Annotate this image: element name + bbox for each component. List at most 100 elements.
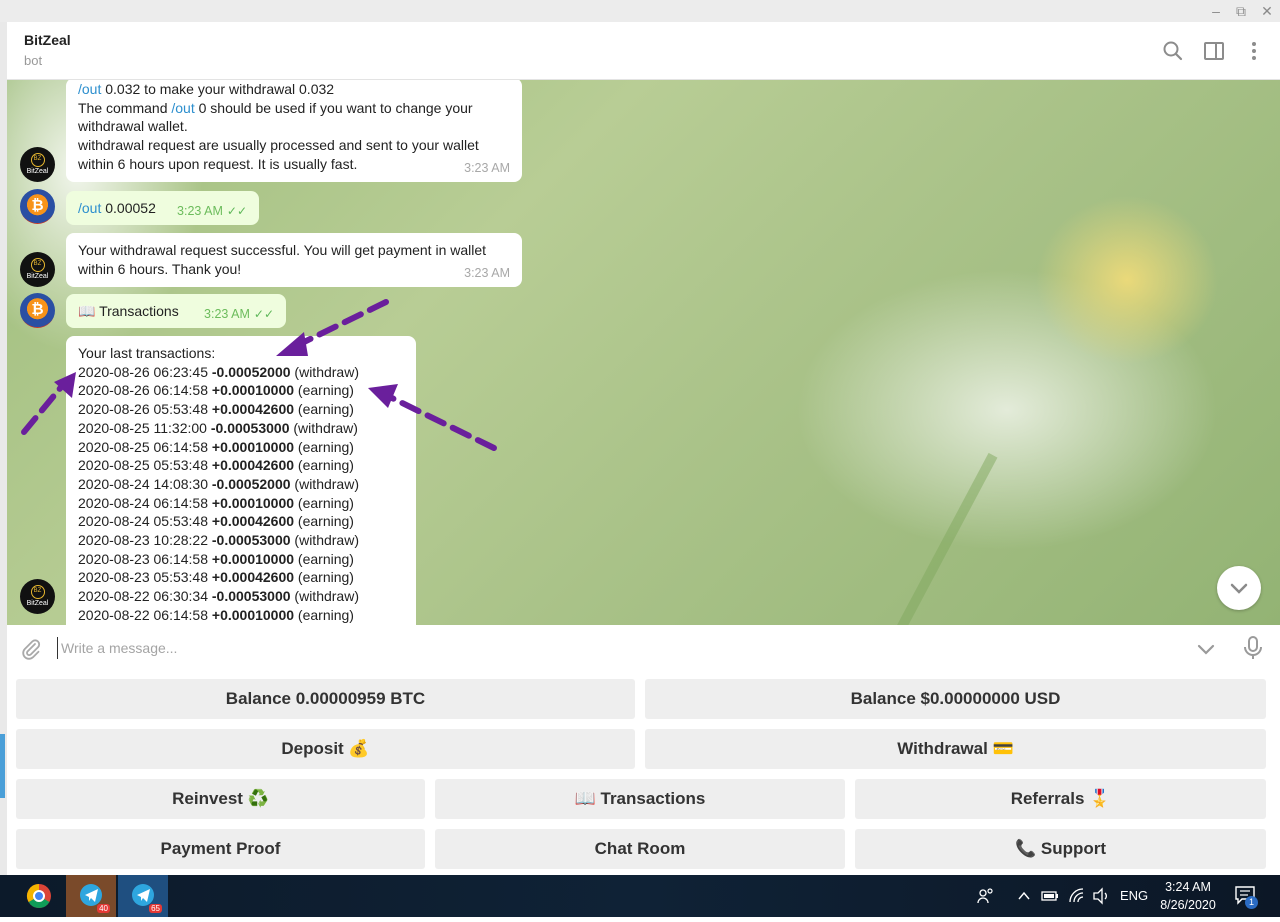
- chrome-icon: [26, 884, 51, 909]
- minimize-icon[interactable]: –: [1205, 2, 1227, 20]
- message-text: 0.00052: [101, 200, 156, 216]
- unread-badge: 65: [149, 904, 162, 913]
- transaction-date: 2020-08-26 06:23:45: [78, 363, 208, 380]
- deposit-button[interactable]: Deposit 💰: [16, 729, 635, 769]
- bot-avatar-label: BitZeal: [26, 600, 49, 607]
- message-bot-withdraw-success[interactable]: Your withdrawal request successful. You …: [66, 233, 522, 287]
- transaction-amount: +0.00010000: [211, 550, 295, 567]
- chat-history[interactable]: /out 0.032 to make your withdrawal 0.032…: [7, 80, 1280, 625]
- transactions-list: 2020-08-26 06:23:45 -0.00052000 (withdra…: [78, 363, 404, 625]
- message-line: withdrawal wallet.: [78, 118, 188, 135]
- referrals-button[interactable]: Referrals 🎖️: [855, 779, 1266, 819]
- chrome-taskbar-app[interactable]: [14, 875, 64, 917]
- transaction-amount: +0.00042600: [211, 457, 295, 474]
- transaction-amount: -0.00053000: [211, 532, 291, 549]
- language-indicator[interactable]: ENG: [1120, 875, 1148, 917]
- people-icon[interactable]: [976, 886, 996, 906]
- transaction-type: (earning): [297, 438, 354, 455]
- close-icon[interactable]: ✕: [1256, 2, 1278, 20]
- withdrawal-button[interactable]: Withdrawal 💳: [645, 729, 1266, 769]
- message-bot-transactions[interactable]: Your last transactions: 2020-08-26 06:23…: [66, 336, 416, 625]
- payment-proof-button[interactable]: Payment Proof: [16, 829, 425, 869]
- hide-keyboard-chevron-icon[interactable]: [1194, 637, 1218, 661]
- bot-avatar[interactable]: BZ BitZeal: [20, 147, 55, 182]
- bot-logo: BZ: [30, 153, 45, 167]
- transactions-heading: Your last transactions:: [78, 345, 216, 361]
- chevron-up-icon[interactable]: [1016, 888, 1032, 904]
- transaction-date: 2020-08-26 05:53:48: [78, 401, 208, 418]
- read-ticks-icon: ✓✓: [226, 204, 247, 219]
- transaction-row: 2020-08-22 06:30:34 -0.00053000 (withdra…: [78, 587, 404, 606]
- system-clock[interactable]: 3:24 AM 8/26/2020: [1148, 878, 1228, 914]
- message-time-text: 3:23 AM: [204, 307, 250, 322]
- telegram-taskbar-app-2[interactable]: 65: [118, 875, 168, 917]
- balance-usd-button[interactable]: Balance $0.00000000 USD: [645, 679, 1266, 719]
- transaction-type: (earning): [297, 513, 354, 530]
- command-link[interactable]: /out: [78, 200, 101, 216]
- user-avatar[interactable]: ₿: [20, 189, 55, 224]
- message-text: 0 should be used if you want to change y…: [194, 99, 473, 116]
- message-user-out-command[interactable]: /out 0.00052 3:23 AM ✓✓: [66, 191, 259, 225]
- message-line: withdrawal request are usually processed…: [78, 137, 479, 154]
- transaction-date: 2020-08-22 06:14:58: [78, 606, 208, 623]
- bot-avatar-label: BitZeal: [26, 168, 49, 175]
- support-button[interactable]: 📞 Support: [855, 829, 1266, 869]
- chat-room-button[interactable]: Chat Room: [435, 829, 845, 869]
- transaction-date: 2020-08-25 06:14:58: [78, 438, 208, 455]
- restore-icon[interactable]: ⧉: [1230, 2, 1252, 20]
- transaction-date: 2020-08-25 11:32:00: [78, 419, 207, 436]
- wifi-icon[interactable]: [1067, 886, 1087, 906]
- telegram-taskbar-app-1[interactable]: 40: [66, 875, 116, 917]
- bot-avatar[interactable]: BZ BitZeal: [20, 252, 55, 287]
- message-input[interactable]: [57, 637, 1157, 659]
- message-bot-withdraw-info[interactable]: /out 0.032 to make your withdrawal 0.032…: [66, 80, 522, 182]
- transaction-type: (withdraw): [294, 588, 359, 605]
- transactions-button[interactable]: 📖 Transactions: [435, 779, 845, 819]
- action-center-button[interactable]: 1: [1234, 884, 1260, 910]
- bot-avatar-label: BitZeal: [26, 273, 49, 280]
- volume-icon[interactable]: [1092, 887, 1112, 905]
- bot-avatar[interactable]: BZ BitZeal: [20, 579, 55, 614]
- transaction-amount: -0.00053000: [210, 419, 290, 436]
- message-line: Your withdrawal request successful. You …: [78, 242, 487, 258]
- transaction-row: 2020-08-23 10:28:22 -0.00053000 (withdra…: [78, 531, 404, 550]
- command-link[interactable]: /out: [78, 81, 101, 97]
- balance-btc-button[interactable]: Balance 0.00000959 BTC: [16, 679, 635, 719]
- read-ticks-icon: ✓✓: [253, 307, 274, 322]
- transaction-row: 2020-08-25 11:32:00 -0.00053000 (withdra…: [78, 419, 404, 438]
- message-line: The command /out 0 should be used if you…: [78, 99, 510, 118]
- chat-title[interactable]: BitZeal: [24, 32, 71, 48]
- transaction-amount: -0.00053000: [211, 588, 291, 605]
- attach-icon[interactable]: [19, 637, 43, 661]
- message-time-text: 3:23 AM: [177, 204, 223, 219]
- battery-icon[interactable]: [1040, 888, 1060, 904]
- transaction-amount: +0.00010000: [211, 494, 295, 511]
- transaction-type: (earning): [297, 457, 354, 474]
- transaction-date: 2020-08-23 10:28:22: [78, 532, 208, 549]
- microphone-icon[interactable]: [1241, 635, 1265, 661]
- message-text: The command: [78, 99, 172, 116]
- transaction-row: 2020-08-26 05:53:48 +0.00042600 (earning…: [78, 400, 404, 419]
- transaction-row: 2020-08-24 14:08:30 -0.00052000 (withdra…: [78, 475, 404, 494]
- transaction-type: (earning): [297, 550, 354, 567]
- reinvest-button[interactable]: Reinvest ♻️: [16, 779, 425, 819]
- message-time: 3:23 AM ✓✓: [204, 305, 274, 324]
- transaction-date: 2020-08-24 06:14:58: [78, 494, 208, 511]
- transaction-date: 2020-08-23 05:53:48: [78, 569, 208, 586]
- transaction-type: (withdraw): [294, 363, 359, 380]
- command-link[interactable]: /out: [171, 100, 194, 116]
- more-options-icon[interactable]: [1242, 39, 1266, 63]
- clock-time: 3:24 AM: [1165, 880, 1211, 894]
- user-avatar[interactable]: ₿: [20, 293, 55, 328]
- transaction-amount: -0.00052000: [211, 475, 291, 492]
- sidebar-toggle-icon[interactable]: [1202, 39, 1226, 63]
- transaction-row: 2020-08-24 05:53:48 +0.00042600 (earning…: [78, 512, 404, 531]
- notification-count-badge: 1: [1245, 896, 1258, 909]
- transaction-type: (withdraw): [294, 532, 359, 549]
- scroll-down-button[interactable]: [1217, 566, 1261, 610]
- message-user-transactions[interactable]: 📖 Transactions 3:23 AM ✓✓: [66, 294, 286, 328]
- transaction-row: 2020-08-22 06:14:58 +0.00010000 (earning…: [78, 606, 404, 625]
- transaction-type: (earning): [297, 401, 354, 418]
- transaction-type: (earning): [297, 494, 354, 511]
- search-icon[interactable]: [1161, 39, 1185, 63]
